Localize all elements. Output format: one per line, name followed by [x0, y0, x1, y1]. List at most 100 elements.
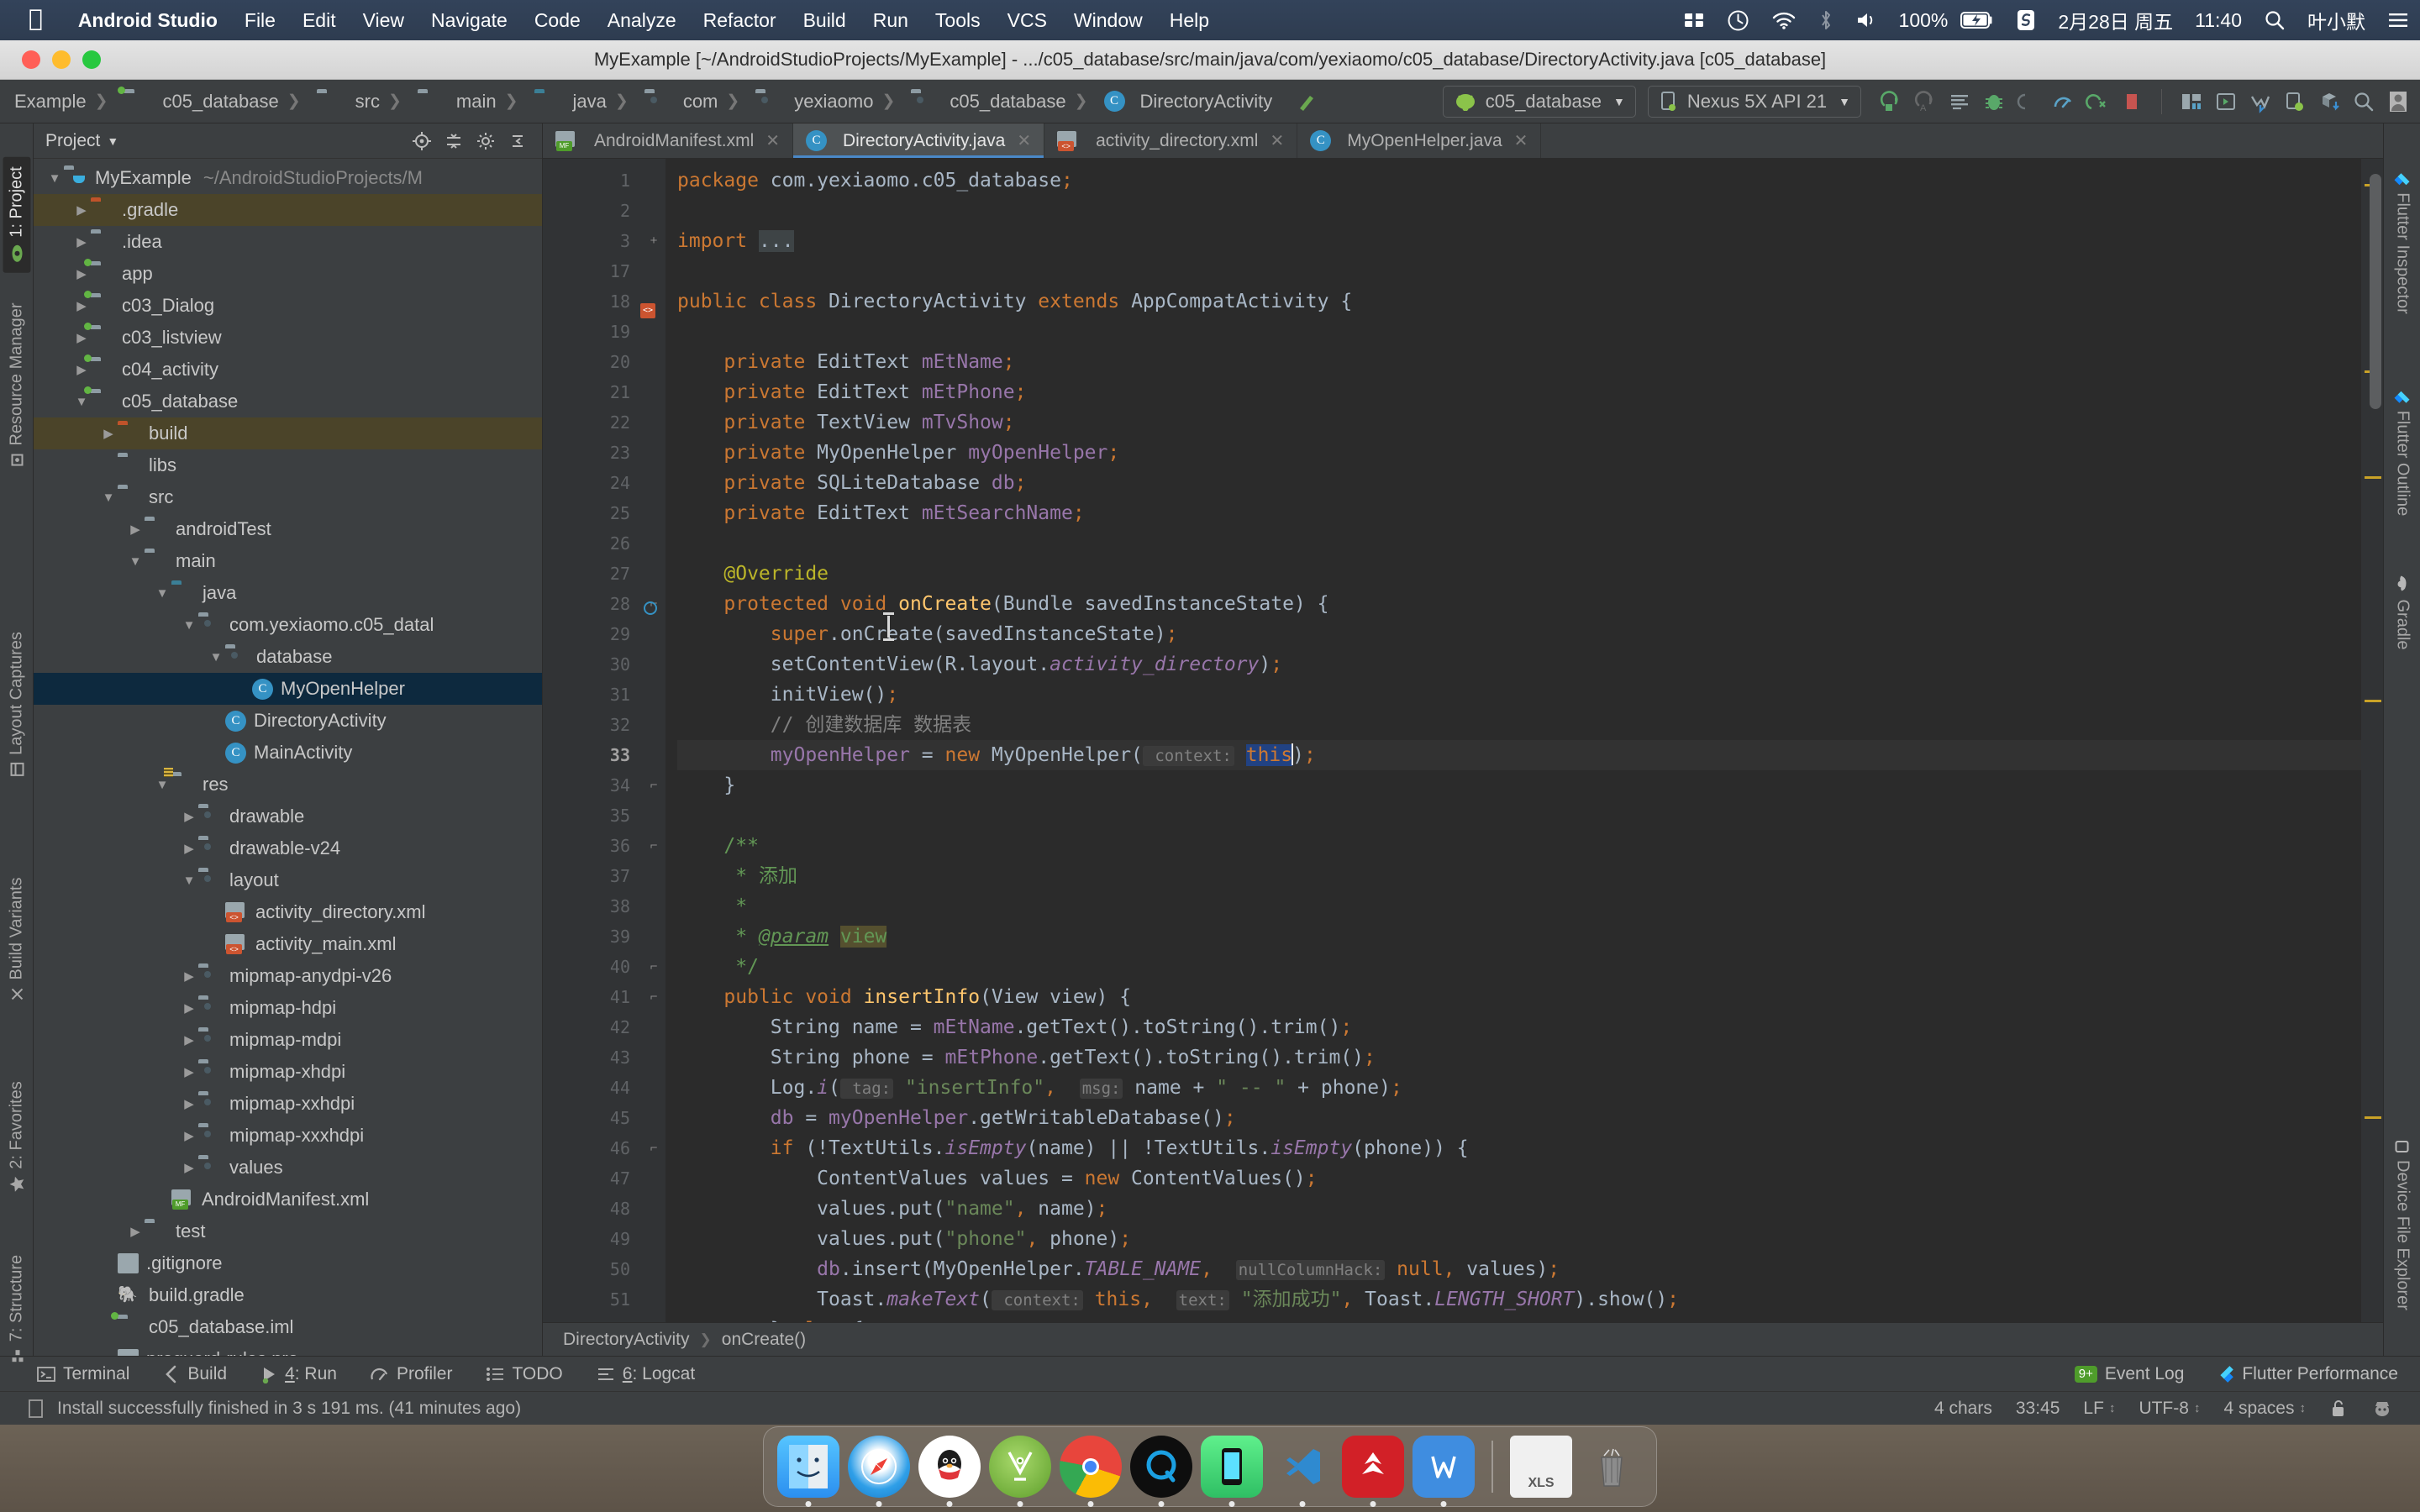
- menu-help[interactable]: Help: [1156, 9, 1223, 32]
- sync-project-icon[interactable]: [2314, 87, 2344, 117]
- toolwindow-tab-project[interactable]: 1: Project: [3, 156, 30, 273]
- tree-item[interactable]: ▶ mipmap-xhdpi: [34, 1056, 542, 1088]
- attach-debugger-icon[interactable]: [2013, 87, 2044, 117]
- chevron-right-icon[interactable]: ▶: [180, 1064, 198, 1079]
- time-machine-icon[interactable]: [1716, 9, 1760, 32]
- line-number[interactable]: 51: [543, 1284, 642, 1315]
- code-line[interactable]: setContentView(R.layout.activity_directo…: [677, 649, 2361, 680]
- tree-item[interactable]: ·C MyOpenHelper: [34, 673, 542, 705]
- line-number[interactable]: 29: [543, 619, 642, 649]
- battery-icon[interactable]: [1959, 11, 2005, 29]
- chevron-down-icon[interactable]: ▼: [126, 554, 145, 569]
- code-fold-toggle[interactable]: ⌐: [642, 770, 666, 801]
- dock-app-qqmusic[interactable]: [1130, 1436, 1192, 1507]
- line-number[interactable]: 48: [543, 1194, 642, 1224]
- code-line[interactable]: }: [677, 770, 2361, 801]
- status-lock-icon[interactable]: [2317, 1399, 2360, 1419]
- tab-activity-directory-xml[interactable]: <> activity_directory.xml ✕: [1044, 123, 1298, 158]
- code-line[interactable]: private EditText mEtName;: [677, 347, 2361, 377]
- control-center-icon[interactable]: [2376, 11, 2420, 29]
- chevron-right-icon[interactable]: ▶: [72, 266, 91, 281]
- source-code[interactable]: package com.yexiaomo.c05_database; impor…: [666, 159, 2361, 1322]
- line-number[interactable]: 49: [543, 1224, 642, 1254]
- battery-percent[interactable]: 100%: [1888, 9, 1960, 32]
- wifi-icon[interactable]: [1760, 10, 1807, 30]
- code-line[interactable]: * 添加: [677, 861, 2361, 891]
- tree-item[interactable]: ▶ c04_activity: [34, 354, 542, 386]
- avd-manager-icon[interactable]: [2176, 87, 2207, 117]
- line-number[interactable]: 47: [543, 1163, 642, 1194]
- menu-build[interactable]: Build: [790, 9, 860, 32]
- chevron-right-icon[interactable]: ▶: [180, 1032, 198, 1047]
- tree-item[interactable]: ▶ drawable-v24: [34, 832, 542, 864]
- tree-item[interactable]: ▼ c05_database: [34, 386, 542, 417]
- tree-item[interactable]: · libs: [34, 449, 542, 481]
- chevron-right-icon[interactable]: ▶: [72, 298, 91, 313]
- dock-file-xls[interactable]: XLS: [1510, 1436, 1572, 1498]
- tree-item[interactable]: ·<> activity_main.xml: [34, 928, 542, 960]
- code-line[interactable]: myOpenHelper = new MyOpenHelper( context…: [677, 740, 2361, 770]
- line-number[interactable]: 2: [543, 196, 642, 226]
- collapse-all-icon[interactable]: [441, 129, 466, 154]
- line-number[interactable]: 43: [543, 1042, 642, 1073]
- sdk-manager-icon[interactable]: [2211, 87, 2241, 117]
- tree-item[interactable]: · .gitignore: [34, 1247, 542, 1279]
- line-number[interactable]: 22: [543, 407, 642, 438]
- tree-item[interactable]: ▶ test: [34, 1215, 542, 1247]
- code-line[interactable]: public void insertInfo(View view) {: [677, 982, 2361, 1012]
- menu-refactor[interactable]: Refactor: [690, 9, 790, 32]
- line-number[interactable]: 39: [543, 921, 642, 952]
- line-number[interactable]: 28: [543, 589, 657, 619]
- line-number[interactable]: 21: [543, 377, 642, 407]
- breadcrumb-example[interactable]: Example ❯: [7, 91, 117, 113]
- status-encoding[interactable]: UTF-8 ↕: [2127, 1399, 2212, 1419]
- tree-item[interactable]: ▶ values: [34, 1152, 542, 1184]
- line-number[interactable]: 20: [543, 347, 642, 377]
- device-file-explorer-toolbar-icon[interactable]: [2280, 87, 2310, 117]
- close-tab-icon[interactable]: ✕: [1270, 130, 1284, 151]
- code-line[interactable]: [677, 801, 2361, 831]
- toolwindow-tab-flutter-outline[interactable]: Flutter Outline: [2392, 389, 2412, 516]
- chevron-right-icon[interactable]: ▶: [180, 1160, 198, 1175]
- editor-marker-bar[interactable]: [2361, 159, 2383, 1322]
- code-line[interactable]: ContentValues values = new ContentValues…: [677, 1163, 2361, 1194]
- menubar-user[interactable]: 叶小默: [2296, 6, 2376, 34]
- menu-view[interactable]: View: [350, 9, 418, 32]
- code-line[interactable]: db.insert(MyOpenHelper.TABLE_NAME, nullC…: [677, 1254, 2361, 1284]
- code-line[interactable]: private MyOpenHelper myOpenHelper;: [677, 438, 2361, 468]
- build-hammer-icon[interactable]: [1292, 87, 1322, 117]
- tree-item[interactable]: ▶ c03_Dialog: [34, 290, 542, 322]
- code-line[interactable]: values.put("phone", phone);: [677, 1224, 2361, 1254]
- run-coverage-icon[interactable]: [2082, 87, 2112, 117]
- toolwindow-build[interactable]: Build: [146, 1364, 244, 1384]
- tree-item[interactable]: ·C MainActivity: [34, 737, 542, 769]
- code-fold-toggle[interactable]: ⌐: [642, 1133, 666, 1163]
- tree-item[interactable]: ·MF AndroidManifest.xml: [34, 1184, 542, 1215]
- chevron-right-icon[interactable]: ▶: [72, 362, 91, 377]
- code-line[interactable]: [677, 256, 2361, 286]
- line-number[interactable]: 42: [543, 1012, 642, 1042]
- line-number[interactable]: 34: [543, 770, 642, 801]
- chevron-right-icon[interactable]: ▶: [126, 522, 145, 537]
- menu-tools[interactable]: Tools: [922, 9, 994, 32]
- apply-changes-icon[interactable]: [1944, 87, 1975, 117]
- tree-item[interactable]: ▶ mipmap-anydpi-v26: [34, 960, 542, 992]
- code-editor[interactable]: 1 2 3 17 18 <> 19 20 21 22 23 24 25 26 27 28 29 30 31 32 33 3…: [543, 159, 2383, 1322]
- line-number[interactable]: 3: [543, 226, 642, 256]
- chevron-right-icon[interactable]: ▶: [180, 1000, 198, 1016]
- bluetooth-icon[interactable]: [1807, 9, 1844, 31]
- toolwindow-tab-build-variants[interactable]: Build Variants: [7, 878, 26, 1002]
- breadcrumb-com[interactable]: com ❯: [637, 91, 748, 113]
- line-number[interactable]: 41: [543, 982, 642, 1012]
- line-number[interactable]: 36: [543, 831, 642, 861]
- line-number-gutter[interactable]: 1 2 3 17 18 <> 19 20 21 22 23 24 25 26 27 28 29 30 31 32 33 3…: [543, 159, 657, 1322]
- sogou-input-icon[interactable]: [2005, 9, 2047, 31]
- code-line[interactable]: private EditText mEtPhone;: [677, 377, 2361, 407]
- toolwindow-tab-layout-captures[interactable]: Layout Captures: [7, 632, 26, 777]
- dock-app-vscode[interactable]: [1271, 1436, 1334, 1507]
- chevron-right-icon[interactable]: ▶: [180, 1096, 198, 1111]
- user-account-icon[interactable]: [2383, 87, 2413, 117]
- tree-item[interactable]: ▼ main: [34, 545, 542, 577]
- line-number[interactable]: 44: [543, 1073, 642, 1103]
- line-number[interactable]: 46: [543, 1133, 642, 1163]
